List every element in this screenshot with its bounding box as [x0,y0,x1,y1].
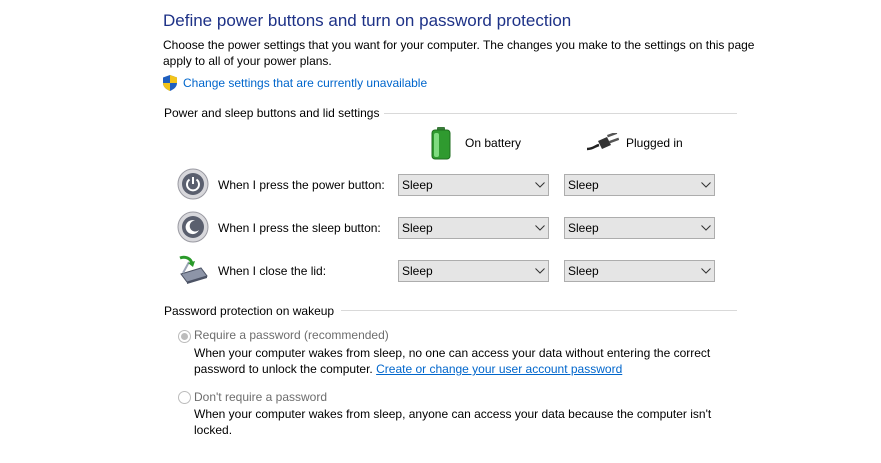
require-password-radio[interactable] [178,330,191,343]
row-label-close-lid: When I close the lid: [218,264,327,278]
dont-require-password-description: When your computer wakes from sleep, any… [194,407,712,437]
column-header-on-battery: On battery [465,136,522,150]
select-value: Sleep [402,264,433,278]
create-password-link[interactable]: Create or change your user account passw… [376,362,622,376]
page-description: Choose the power settings that you want … [163,38,755,68]
sleep-button-plugged-in-select[interactable]: Sleep [564,217,715,239]
uac-shield-icon [163,75,177,91]
select-value: Sleep [402,178,433,192]
change-settings-link[interactable]: Change settings that are currently unava… [183,76,427,90]
select-value: Sleep [568,221,599,235]
section-divider [341,310,737,311]
sleep-button-icon [177,211,209,243]
require-password-label: Require a password (recommended) [194,328,389,342]
select-value: Sleep [568,264,599,278]
section-divider [384,113,737,114]
close-lid-plugged-in-select[interactable]: Sleep [564,260,715,282]
column-header-plugged-in: Plugged in [626,136,683,150]
close-lid-on-battery-select[interactable]: Sleep [398,260,549,282]
chevron-down-icon [532,217,548,239]
select-value: Sleep [568,178,599,192]
power-plug-icon [587,133,619,151]
section-label-password: Password protection on wakeup [164,304,335,318]
power-button-plugged-in-select[interactable]: Sleep [564,174,715,196]
chevron-down-icon [532,174,548,196]
power-button-icon [177,168,209,200]
chevron-down-icon [698,174,714,196]
select-value: Sleep [402,221,433,235]
row-label-sleep-button: When I press the sleep button: [218,221,381,235]
sleep-button-on-battery-select[interactable]: Sleep [398,217,549,239]
battery-icon [431,127,451,160]
section-label-buttons: Power and sleep buttons and lid settings [164,106,380,120]
laptop-lid-icon [179,255,208,284]
power-button-on-battery-select[interactable]: Sleep [398,174,549,196]
chevron-down-icon [698,260,714,282]
dont-require-password-radio[interactable] [178,391,191,404]
dont-require-password-label: Don't require a password [194,390,328,404]
chevron-down-icon [532,260,548,282]
chevron-down-icon [698,217,714,239]
require-password-description: When your computer wakes from sleep, no … [194,345,734,377]
page-title: Define power buttons and turn on passwor… [163,11,572,30]
row-label-power-button: When I press the power button: [218,178,385,192]
